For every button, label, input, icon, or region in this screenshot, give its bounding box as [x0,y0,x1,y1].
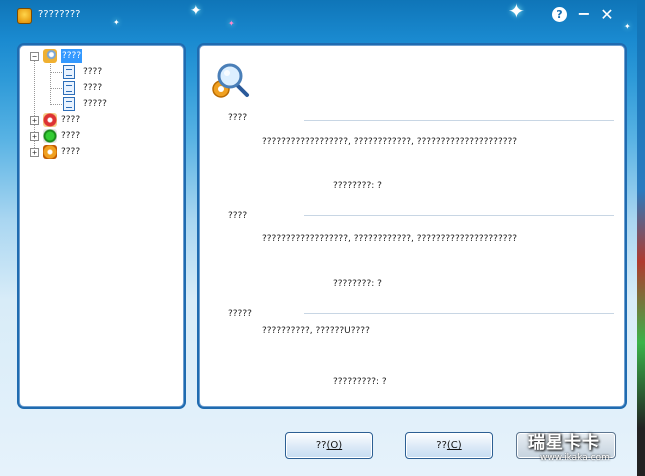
sparkle-icon: ✦ [113,18,120,27]
collapse-toggle[interactable]: − [30,52,39,61]
document-icon [63,81,75,95]
app-shield-icon [17,8,32,24]
sparkle-icon: ✦ [624,22,631,31]
tree-connector [34,60,35,156]
background-desktop-strip [637,0,645,476]
expand-toggle[interactable]: + [30,116,39,125]
cancel-button-shortcut: (C) [446,440,462,451]
document-icon [63,97,75,111]
hand-shield-icon [43,113,57,127]
navigation-tree-panel: − ???? ???? ???? ????? + ???? + ???? + ?… [19,45,184,407]
tree-item-label: ???? [61,115,81,125]
section-description: ??????????????????, ????????????, ??????… [262,234,518,244]
section-heading: ???? [228,211,248,221]
tree-item-label: ???? [83,67,103,77]
cancel-button-label: ?? [436,440,447,451]
search-gear-icon [212,63,249,98]
section-status: ?????????: ? [333,377,387,387]
close-button[interactable]: ✕ [599,7,615,23]
ok-button[interactable]: ??(O) [285,432,373,459]
tree-item-label: ???? [61,131,81,141]
watermark-logo: 瑞星卡卡 [528,433,600,453]
tree-item-label: ???? [61,49,83,63]
checkmark-shield-icon [43,129,57,143]
watermark-url: www.ikaka.com [540,453,610,463]
sparkle-icon: ✦ [508,0,525,23]
sparkle-icon: ✦ [228,19,235,28]
section-divider [304,313,614,314]
gear-icon [43,145,57,159]
sparkle-icon: ✦ [190,3,202,19]
ok-button-shortcut: (O) [326,440,343,451]
cancel-button[interactable]: ??(C) [405,432,493,459]
section-description: ??????????????????, ????????????, ??????… [262,137,518,147]
document-icon [63,65,75,79]
expand-toggle[interactable]: + [30,132,39,141]
tree-item-label: ???? [83,83,103,93]
window-title: ???????? [38,9,81,20]
title-bar[interactable]: ???????? ✦ ✦ ✦ ✦ ✦ ? − ✕ [0,0,645,32]
settings-window: ???????? ✦ ✦ ✦ ✦ ✦ ? − ✕ − ???? ???? ???… [0,0,645,476]
minimize-button[interactable]: − [577,6,591,23]
settings-content-panel: ???? ??????????????????, ????????????, ?… [199,45,625,407]
help-button[interactable]: ? [552,7,567,22]
section-divider [304,215,614,216]
ok-button-label: ?? [315,440,327,451]
section-status: ????????: ? [333,279,382,289]
search-gear-icon [43,49,57,63]
expand-toggle[interactable]: + [30,148,39,157]
tree-connector [50,62,51,105]
section-heading: ???? [228,113,248,123]
section-heading: ????? [228,309,252,319]
tree-item-label: ???? [61,147,81,157]
section-description: ??????????, ??????U???? [262,326,370,336]
section-status: ????????: ? [333,181,382,191]
tree-item-label: ????? [83,99,107,109]
section-divider [304,120,614,121]
